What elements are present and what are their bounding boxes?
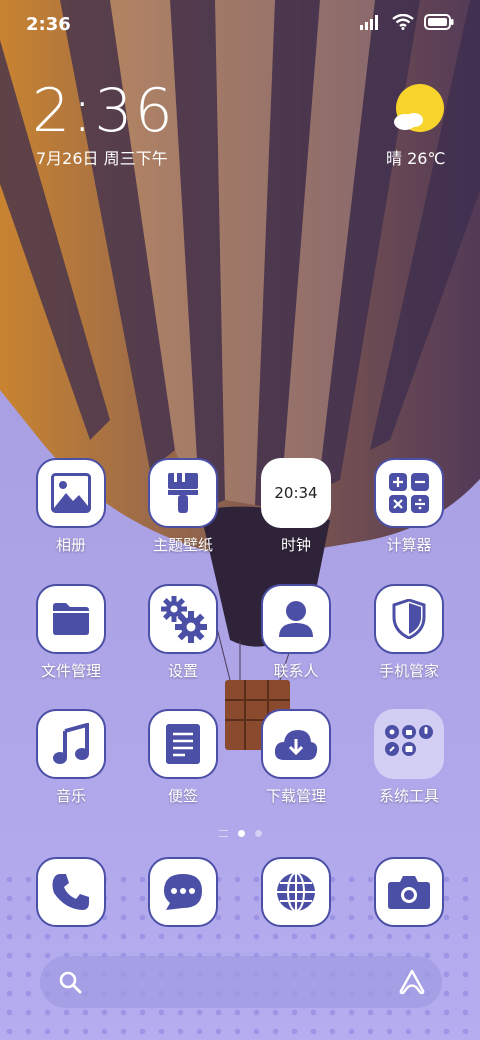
dock-phone[interactable] bbox=[16, 857, 126, 927]
app-phone-manager[interactable]: 手机管家 bbox=[354, 584, 464, 681]
app-label: 手机管家 bbox=[378, 662, 439, 680]
battery-icon bbox=[424, 14, 454, 30]
status-time: 2:36 bbox=[26, 14, 71, 35]
app-label: 下载管理 bbox=[265, 787, 326, 805]
calculator-icon[interactable] bbox=[374, 458, 444, 528]
wifi-icon bbox=[392, 14, 414, 30]
app-label: 时钟 bbox=[280, 536, 311, 554]
app-label: 设置 bbox=[167, 662, 198, 680]
message-icon[interactable] bbox=[148, 857, 218, 927]
music-icon[interactable] bbox=[36, 709, 106, 779]
app-system-tools-folder[interactable]: 系统工具 bbox=[354, 709, 464, 806]
page-dot[interactable] bbox=[254, 830, 262, 837]
app-themes[interactable]: 主题壁纸 bbox=[128, 458, 238, 555]
contact-icon[interactable] bbox=[261, 584, 331, 654]
app-clock[interactable]: 20:34 时钟 bbox=[241, 458, 351, 555]
dock-camera[interactable] bbox=[354, 857, 464, 927]
weather-text: 晴 26℃ bbox=[386, 149, 446, 168]
app-label: 相册 bbox=[55, 536, 86, 554]
app-label: 主题壁纸 bbox=[152, 536, 213, 554]
folder-icon[interactable] bbox=[36, 584, 106, 654]
phone-icon[interactable] bbox=[36, 857, 106, 927]
clock-icon[interactable]: 20:34 bbox=[261, 458, 331, 528]
clock-icon-time: 20:34 bbox=[274, 484, 318, 502]
app-label: 便签 bbox=[167, 787, 198, 805]
search-icon[interactable] bbox=[58, 970, 82, 994]
app-label: 计算器 bbox=[386, 536, 432, 554]
app-download-manager[interactable]: 下载管理 bbox=[241, 709, 351, 806]
signal-icon bbox=[360, 15, 378, 30]
clock-widget-date: 7月26日 周三下午 bbox=[36, 149, 168, 168]
app-calculator[interactable]: 计算器 bbox=[354, 458, 464, 555]
app-music[interactable]: 音乐 bbox=[16, 709, 126, 806]
app-label: 系统工具 bbox=[378, 787, 439, 805]
brush-icon[interactable] bbox=[148, 458, 218, 528]
app-notes[interactable]: 便签 bbox=[128, 709, 238, 806]
shield-icon[interactable] bbox=[374, 584, 444, 654]
folder-group-icon[interactable] bbox=[374, 709, 444, 779]
app-label: 联系人 bbox=[273, 662, 319, 680]
search-bar[interactable] bbox=[40, 956, 442, 1008]
download-icon[interactable] bbox=[261, 709, 331, 779]
page-dot-active[interactable] bbox=[237, 830, 245, 837]
camera-icon[interactable] bbox=[374, 857, 444, 927]
minus-one-screen-indicator[interactable] bbox=[218, 830, 228, 837]
app-settings[interactable]: 设置 bbox=[128, 584, 238, 681]
browser-icon[interactable] bbox=[261, 857, 331, 927]
dock-browser[interactable] bbox=[241, 857, 351, 927]
notes-icon[interactable] bbox=[148, 709, 218, 779]
app-gallery[interactable]: 相册 bbox=[16, 458, 126, 555]
gallery-icon[interactable] bbox=[36, 458, 106, 528]
dock-messages[interactable] bbox=[128, 857, 238, 927]
status-bar: 2:36 bbox=[0, 0, 480, 50]
clock-widget-time[interactable]: 2:36 bbox=[32, 76, 175, 146]
app-label: 音乐 bbox=[55, 787, 86, 805]
app-file-manager[interactable]: 文件管理 bbox=[16, 584, 126, 681]
page-indicator[interactable] bbox=[0, 830, 480, 837]
assistant-icon[interactable] bbox=[398, 969, 426, 995]
app-label: 文件管理 bbox=[40, 662, 101, 680]
gears-icon[interactable] bbox=[148, 584, 218, 654]
app-contacts[interactable]: 联系人 bbox=[241, 584, 351, 681]
sun-cloud-icon[interactable] bbox=[392, 84, 444, 136]
